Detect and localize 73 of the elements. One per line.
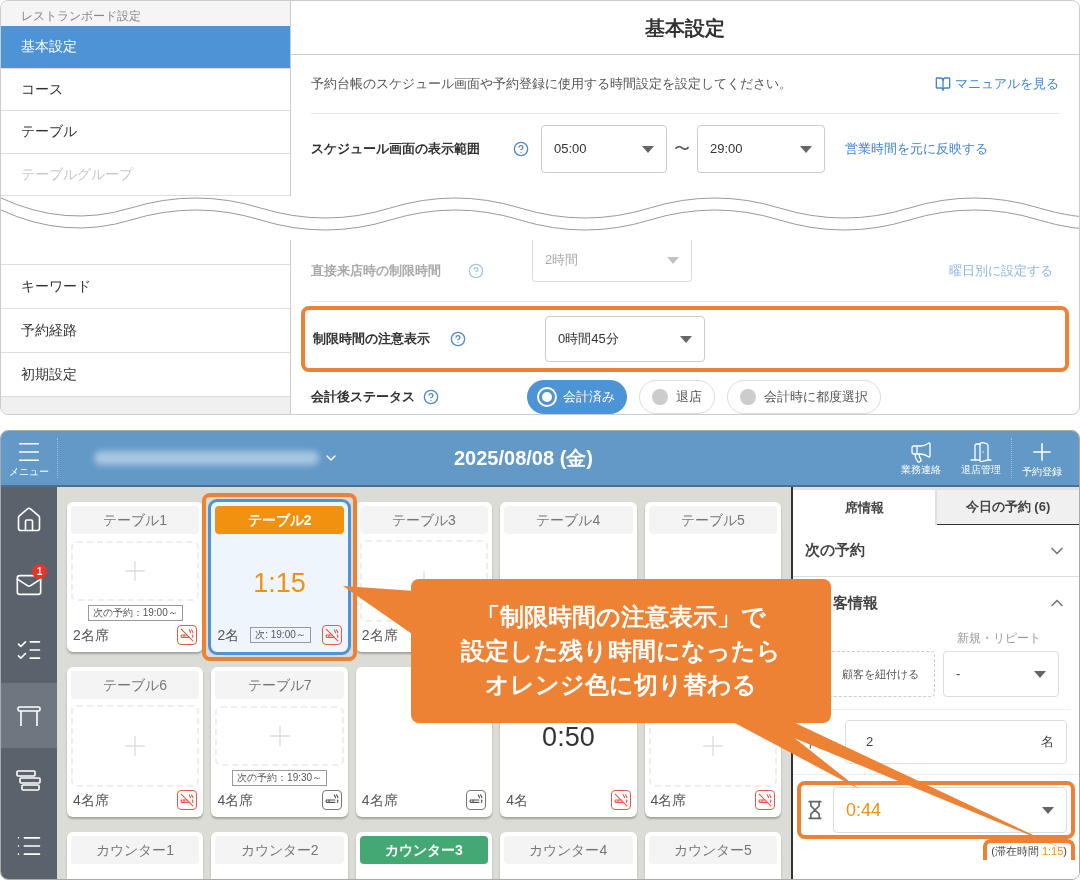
section-title[interactable]: 客情報 [833,591,878,615]
home-icon [15,505,43,534]
field-label: 制限時間の注意表示 [313,330,431,349]
seat-count: 4名席 [217,790,254,810]
caret-icon [667,256,679,264]
sidebar-item[interactable]: コース [1,68,290,112]
card-header: カウンター5 [648,836,777,864]
start-time-select[interactable]: 05:00 [541,125,667,173]
card-header: テーブル3 [359,506,489,534]
card-header: テーブル4 [504,506,633,534]
rail-button[interactable]: 1 [1,552,57,618]
seat-count: 4名 [506,790,528,810]
field-label: 新規・リピート [957,630,1042,647]
seat-count: 4名席 [650,790,687,810]
table-card[interactable]: カウンター5 [644,832,781,879]
card-header: テーブル2 [215,506,344,534]
help-icon[interactable] [423,389,439,405]
seat-count: 4名席 [73,790,109,810]
table-card[interactable]: カウンター1 [67,832,204,879]
card-header: カウンター4 [504,836,633,864]
timer-text: 0:50 [542,720,595,754]
caret-icon [1034,670,1046,678]
card-header: テーブル1 [71,506,200,534]
field-label: 直接来店時の制限時間 [311,261,442,280]
sidebar-item[interactable]: キーワード [1,265,290,309]
manual-link[interactable]: マニュアルを見る [935,74,1059,94]
next-reservation-tag: 次の予約：19:00～ [87,605,183,621]
seat-count: 2名席 [73,625,109,645]
seat-count: 2名席 [361,625,398,645]
next-reservation-tag: 次の予約：19:30～ [232,770,328,786]
panel-tab[interactable]: 今日の予約 (6) [937,490,1079,525]
sidebar-heading: レストランボード設定 [1,1,290,27]
table-card[interactable]: テーブル1 次の予約：19:00～ 2名席 [67,502,204,652]
date-title: 2025/08/08 (金) [454,446,593,471]
card-header: テーブル6 [71,671,200,699]
panel-tab[interactable]: 席情報 [793,490,935,525]
sidebar-item[interactable]: テーブル [1,111,290,154]
help-icon[interactable] [450,331,466,347]
card-header: テーブル7 [215,671,344,699]
notification-badge: 1 [32,564,47,580]
end-time-select[interactable]: 29:00 [697,125,825,173]
hourglass-icon [805,800,825,820]
table-card[interactable]: テーブル6 4名席 [67,667,204,817]
book-icon [935,76,951,92]
section-title[interactable]: 次の予約 [805,539,865,562]
description-text: 予約台帳のスケジュール画面や予約登録に使用する時間設定を設定してください。 [311,75,792,94]
caret-icon [800,145,812,153]
help-icon[interactable] [513,141,529,157]
timer-text: 1:15 [253,566,306,600]
seat-count: 4名席 [361,790,398,810]
caret-icon [642,145,654,153]
reflect-hours-link[interactable]: 営業時間を元に反映する [845,139,988,159]
stay-time-text: (滞在時間 1:15) [991,845,1067,857]
card-header: カウンター3 [359,836,489,864]
door-icon [969,440,993,464]
warning-time-select[interactable]: 0時間45分 [545,316,705,362]
table-card[interactable]: カウンター4 [500,832,637,879]
megaphone-icon [909,440,933,464]
caret-icon [1042,806,1054,814]
seat-count: 2名 [217,625,240,645]
customer-type-select[interactable]: - [943,651,1059,697]
caret-icon [680,335,692,343]
table-card[interactable]: カウンター2 [211,832,348,879]
sidebar-item[interactable]: 予約経路 [1,309,290,353]
next-reservation-tag: 次: 19:00～ [250,627,311,643]
card-header: カウンター1 [71,836,200,864]
page-title: 基本設定 [645,15,725,41]
card-header: テーブル5 [648,506,777,534]
table-card[interactable]: テーブル2 1:15 2名 次: 19:00～ [211,502,348,652]
table-card[interactable]: テーブル7 次の予約：19:30～ 4名席 [211,667,348,817]
card-header: カウンター2 [215,836,344,864]
field-label: スケジュール画面の表示範囲 [311,140,481,159]
range-separator: 〜 [674,139,690,159]
